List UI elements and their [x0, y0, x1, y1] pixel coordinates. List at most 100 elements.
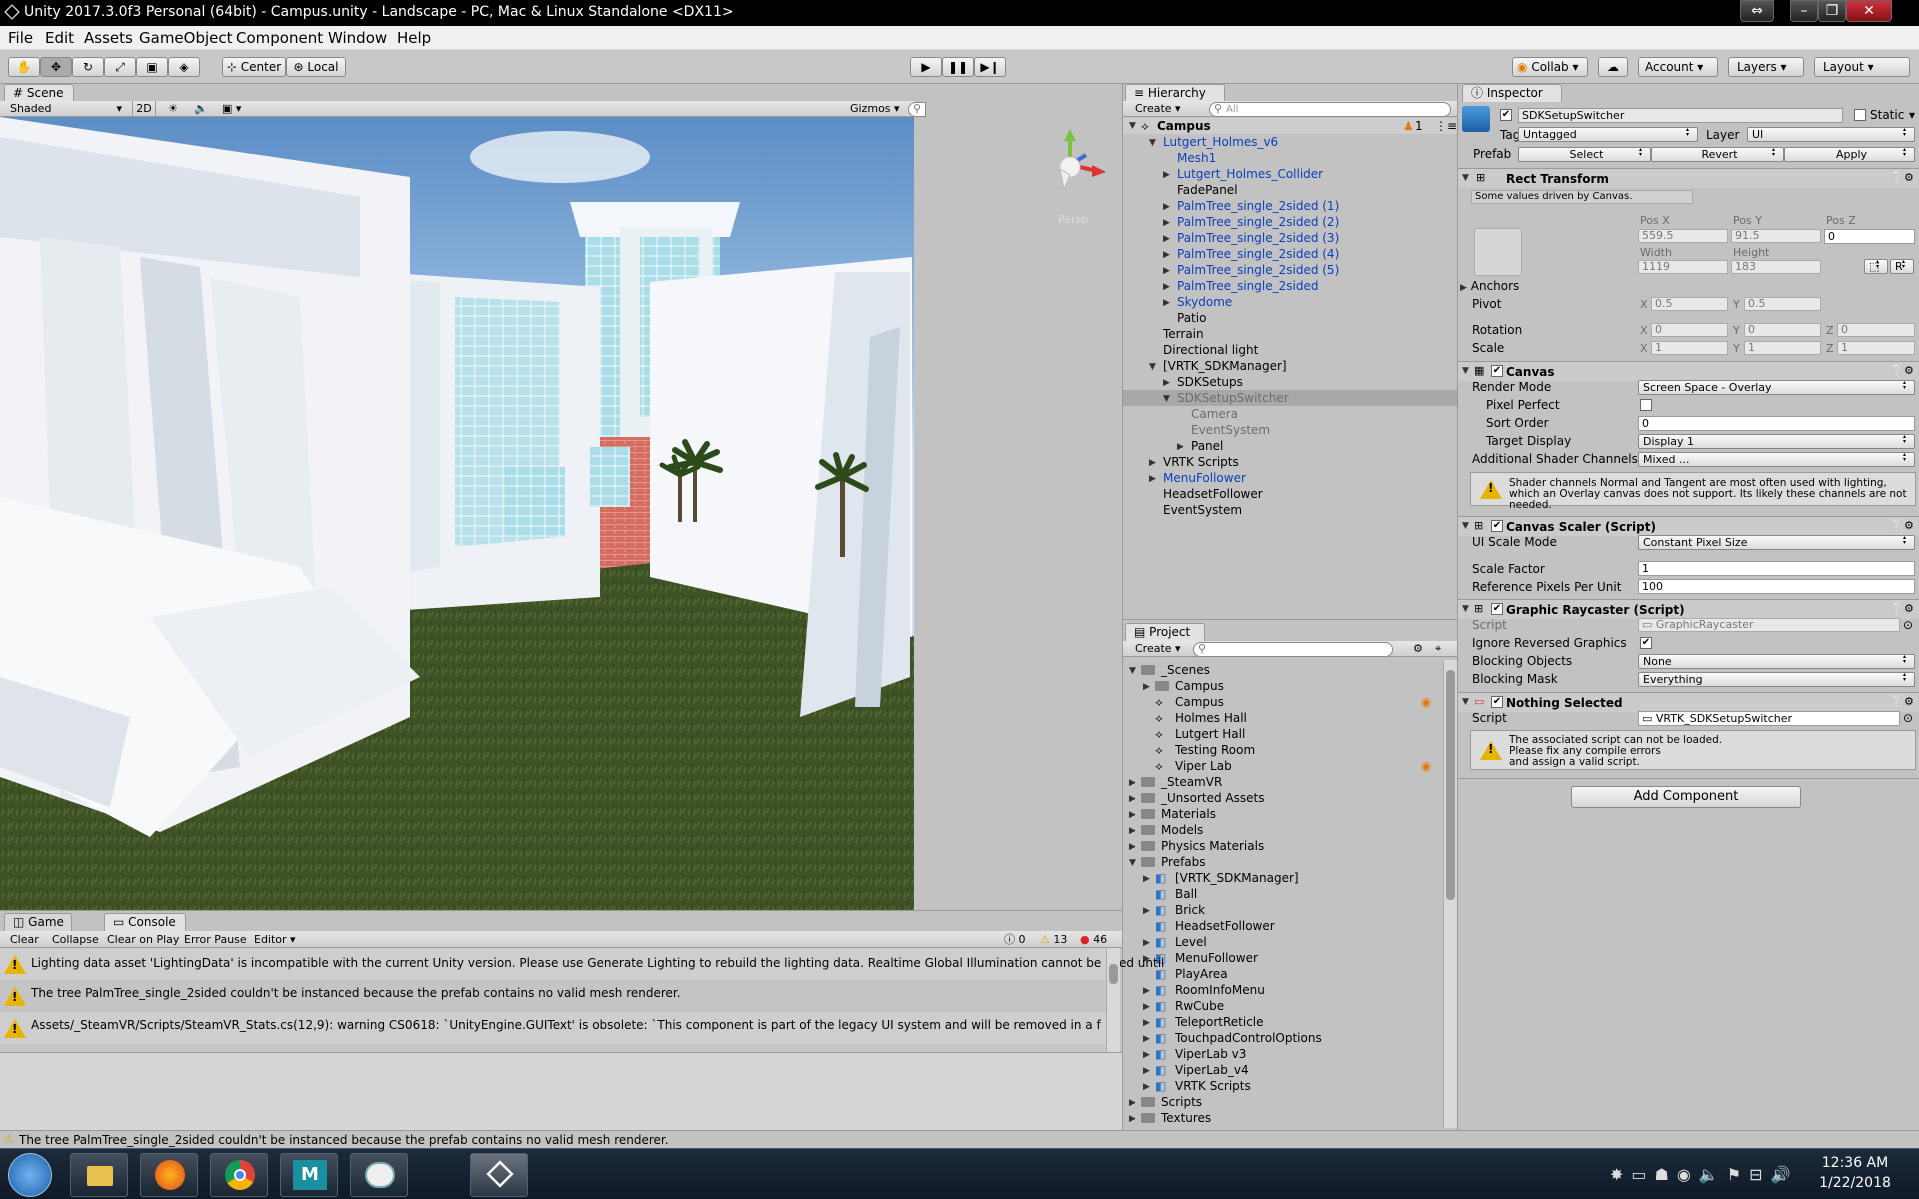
tab-project[interactable]: ▤ Project — [1125, 623, 1205, 641]
tab-game[interactable]: ◫ Game — [4, 913, 72, 931]
expand-closed-icon[interactable]: ▶ — [1163, 215, 1170, 231]
sort-order-field[interactable]: 0 — [1638, 416, 1915, 431]
pivot-local-button[interactable]: ⊛ Local — [286, 57, 346, 77]
expand-closed-icon[interactable]: ▶ — [1163, 263, 1170, 279]
expand-closed-icon[interactable]: ▶ — [1143, 1031, 1150, 1047]
scale-x-field[interactable]: 1 — [1651, 341, 1728, 355]
project-item[interactable]: ▶ ◧ Level — [1123, 934, 1441, 950]
layer-dropdown[interactable]: UI — [1747, 127, 1915, 142]
expand-closed-icon[interactable]: ▶ — [1129, 839, 1136, 855]
hierarchy-item[interactable]: EventSystem — [1123, 502, 1458, 518]
pivot-y-field[interactable]: 0.5 — [1744, 297, 1821, 311]
expand-closed-icon[interactable]: ▶ — [1163, 231, 1170, 247]
scale-tool-icon[interactable]: ⤢ — [104, 57, 136, 77]
anchors-foldout[interactable]: ▶ Anchors — [1460, 279, 1519, 293]
hierarchy-item[interactable]: ▶ MenuFollower — [1123, 470, 1458, 486]
expand-closed-icon[interactable]: ▶ — [1143, 871, 1150, 887]
project-item[interactable]: ▶ ◧ RoomInfoMenu — [1123, 982, 1441, 998]
component-gear-icon[interactable]: ⚙ — [1904, 602, 1914, 615]
project-item[interactable]: ▶ Physics Materials — [1123, 838, 1441, 854]
project-item[interactable]: ⟡ Lutgert Hall — [1123, 726, 1441, 742]
error-filter-button[interactable]: ● 46 — [1080, 932, 1107, 947]
pause-icon[interactable]: ❚❚ — [942, 57, 974, 77]
start-button[interactable] — [8, 1153, 52, 1197]
firefox-icon[interactable] — [140, 1153, 198, 1197]
project-item[interactable]: ▶ ◧ [VRTK_SDKManager] — [1123, 870, 1441, 886]
project-item[interactable]: ▶ _SteamVR — [1123, 774, 1441, 790]
hierarchy-item[interactable]: ▶ PalmTree_single_2sided — [1123, 278, 1458, 294]
raycaster-script-field[interactable]: ▭ GraphicRaycaster — [1638, 618, 1900, 632]
object-name-field[interactable]: SDKSetupSwitcher — [1518, 108, 1843, 123]
log-entry[interactable]: Lighting data asset 'LightingData' is in… — [0, 948, 1164, 980]
menu-file[interactable]: File — [8, 29, 33, 47]
hierarchy-item[interactable]: Camera — [1123, 406, 1458, 422]
menu-gameobject[interactable]: GameObject — [139, 29, 233, 47]
expand-closed-icon[interactable]: ▶ — [1143, 1079, 1150, 1095]
play-icon[interactable]: ▶ — [910, 57, 942, 77]
hierarchy-item[interactable]: Directional light — [1123, 342, 1458, 358]
project-item[interactable]: ▶ ◧ TouchpadControlOptions — [1123, 1030, 1441, 1046]
ignore-reversed-checkbox[interactable]: ✔ — [1640, 637, 1652, 649]
project-item[interactable]: ▶ ◧ TeleportReticle — [1123, 1014, 1441, 1030]
expand-closed-icon[interactable]: ▶ — [1177, 439, 1184, 455]
hierarchy-item[interactable]: EventSystem — [1123, 422, 1458, 438]
rot-z-field[interactable]: 0 — [1837, 323, 1915, 337]
project-item[interactable]: ▶ Scripts — [1123, 1094, 1441, 1110]
pixel-perfect-checkbox[interactable] — [1640, 399, 1652, 411]
expand-closed-icon[interactable]: ▶ — [1129, 1111, 1136, 1127]
project-item[interactable]: ◧ Ball — [1123, 886, 1441, 902]
editor-dropdown[interactable]: Editor ▾ — [254, 932, 296, 947]
error-pause-button[interactable]: Error Pause — [184, 932, 247, 947]
expand-closed-icon[interactable]: ▶ — [1129, 823, 1136, 839]
lighting-toggle-icon[interactable]: ☀ — [168, 101, 178, 116]
scale-z-field[interactable]: 1 — [1837, 341, 1915, 355]
console-collapse-button[interactable]: Collapse — [52, 932, 99, 947]
expand-closed-icon[interactable]: ▶ — [1143, 983, 1150, 999]
canvas-enabled-checkbox[interactable]: ✔ — [1491, 365, 1503, 377]
tab-inspector[interactable]: ⓘ Inspector — [1462, 84, 1562, 102]
chrome-icon[interactable] — [210, 1153, 268, 1197]
unity-taskbar-icon[interactable] — [470, 1153, 528, 1197]
menu-component[interactable]: Component — [236, 29, 323, 47]
project-item[interactable]: ⟡ Viper Lab ◉ — [1123, 758, 1441, 774]
canvas-component-header[interactable]: ▼ ▦ ✔ Canvas ❔ ⚙ — [1458, 361, 1919, 381]
height-field[interactable]: 183 — [1731, 260, 1821, 274]
blueprint-mode-icon[interactable]: ⬚ — [1864, 259, 1888, 274]
help-icon[interactable]: ❔ — [1890, 171, 1904, 184]
tab-console[interactable]: ▭ Console — [104, 913, 186, 931]
rot-y-field[interactable]: 0 — [1744, 323, 1821, 337]
console-clear-button[interactable]: Clear — [10, 932, 39, 947]
rect-tool-icon[interactable]: ▣ — [136, 57, 168, 77]
file-explorer-icon[interactable] — [70, 1153, 128, 1197]
hierarchy-item[interactable]: ▶ PalmTree_single_2sided (4) — [1123, 246, 1458, 262]
project-item[interactable]: ▶ ◧ Brick — [1123, 902, 1441, 918]
clock-date[interactable]: 1/22/2018 — [1815, 1175, 1895, 1191]
transform-tool-icon[interactable]: ◈ — [168, 57, 200, 77]
static-dropdown-icon[interactable]: ▾ — [1909, 108, 1915, 122]
hierarchy-item[interactable]: ▶ Panel — [1123, 438, 1458, 454]
expand-closed-icon[interactable]: ▶ — [1163, 247, 1170, 263]
maya-icon[interactable]: M — [280, 1153, 338, 1197]
clear-on-play-button[interactable]: Clear on Play — [107, 932, 179, 947]
expand-closed-icon[interactable]: ▶ — [1163, 279, 1170, 295]
clock-time[interactable]: 12:36 AM — [1815, 1155, 1895, 1171]
target-display-dropdown[interactable]: Display 1 — [1638, 434, 1915, 449]
hierarchy-item[interactable]: Terrain — [1123, 326, 1458, 342]
canvas-scaler-enabled-checkbox[interactable]: ✔ — [1491, 520, 1503, 532]
hierarchy-item[interactable]: FadePanel — [1123, 182, 1458, 198]
system-tray-icons[interactable]: ✸▭☗◉🔈⚑⊟🔊 — [1610, 1165, 1798, 1184]
account-dropdown[interactable]: Account ▾ — [1638, 57, 1718, 77]
component-gear-icon[interactable]: ⚙ — [1904, 519, 1914, 532]
missing-script-header[interactable]: ▼ ▭ ✔ Nothing Selected ❔ ⚙ — [1458, 692, 1919, 712]
hierarchy-item[interactable]: ▶ PalmTree_single_2sided (2) — [1123, 214, 1458, 230]
posz-field[interactable]: 0 — [1824, 229, 1915, 244]
pivot-center-button[interactable]: ⊹ Center — [222, 57, 286, 77]
anchor-preset-button[interactable] — [1474, 228, 1522, 276]
canvas-scaler-header[interactable]: ▼ ⊞ ✔ Canvas Scaler (Script) ❔ ⚙ — [1458, 516, 1919, 536]
hierarchy-item[interactable]: ▶ PalmTree_single_2sided (5) — [1123, 262, 1458, 278]
audio-toggle-icon[interactable]: 🔈 — [194, 101, 208, 116]
expand-closed-icon[interactable]: ▶ — [1143, 1015, 1150, 1031]
scale-y-field[interactable]: 1 — [1744, 341, 1821, 355]
expand-open-icon[interactable]: ▼ — [1149, 359, 1156, 375]
tab-hierarchy[interactable]: ≡ Hierarchy — [1125, 84, 1225, 102]
